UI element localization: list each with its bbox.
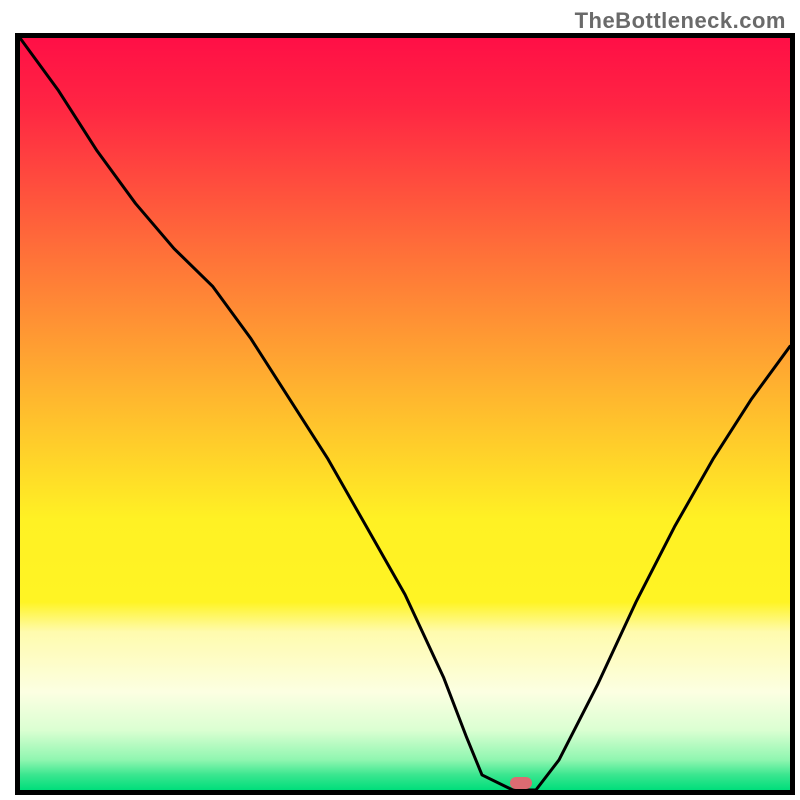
- site-watermark: TheBottleneck.com: [575, 8, 786, 34]
- optimal-point-marker: [510, 777, 532, 789]
- chart-root: TheBottleneck.com: [0, 0, 800, 800]
- plot-background-gradient: [20, 38, 790, 790]
- plot-frame: [15, 33, 795, 795]
